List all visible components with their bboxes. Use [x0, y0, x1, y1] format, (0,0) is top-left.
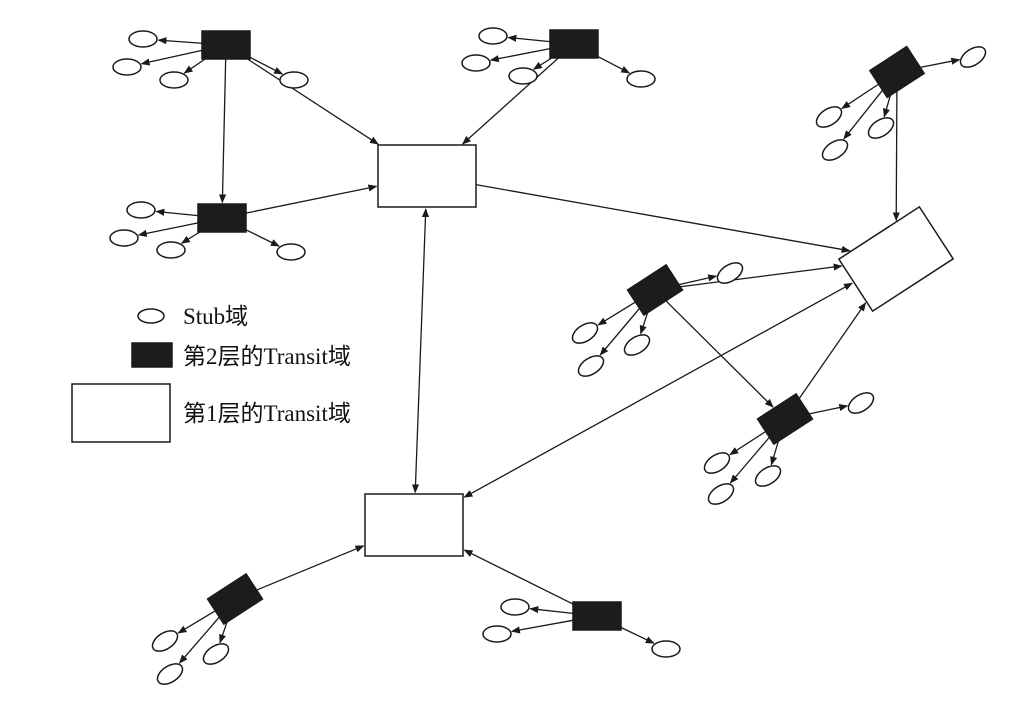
legend-level2-icon: [131, 342, 173, 368]
stub-domain-node: [959, 46, 987, 68]
stub-domain-node: [202, 643, 230, 665]
stub-domain-node: [126, 201, 156, 219]
level2-transit-node-D: [868, 45, 926, 99]
stub-domain-node: [508, 67, 538, 85]
edge-T1-T2-bidirectional-arrow: [411, 208, 430, 494]
edge-E-e3-arrow: [639, 312, 649, 335]
edge-H-T2-arrow: [463, 549, 574, 605]
edge-C-c3-arrow: [180, 231, 201, 244]
level2-transit-node-B: [549, 29, 599, 59]
edge-H-h3-arrow: [620, 626, 655, 644]
legend-stub-label: Stub域: [183, 304, 248, 329]
edge-B-b2-arrow: [489, 48, 551, 63]
edge-E-F-arrow: [665, 300, 774, 408]
edge-C-T1-arrow: [245, 184, 378, 214]
legend: Stub域 第2层的Transit域 第1层的Transit域: [71, 304, 351, 443]
level2-transit-node-H: [572, 601, 622, 631]
stub-domain-node: [626, 70, 656, 88]
legend-level1-label: 第1层的Transit域: [183, 401, 351, 426]
level2-transit-node-C: [197, 203, 247, 233]
stub-domain-node: [821, 139, 849, 161]
level2-transit-node-G: [206, 572, 264, 626]
edge-B-b3-arrow: [532, 57, 553, 70]
level1-transit-node-T2: [364, 493, 464, 557]
edge-C-c1-arrow: [155, 208, 199, 217]
transit-stub-diagram: Stub域 第2层的Transit域 第1层的Transit域: [71, 27, 987, 685]
stub-domain-node: [500, 598, 530, 616]
stub-domain-node: [815, 106, 843, 128]
stub-domain-node: [478, 27, 508, 45]
stub-domain-node: [482, 625, 512, 643]
edge-D-d1-arrow: [920, 57, 961, 69]
stub-domain-node: [128, 30, 158, 48]
edge-A-T1-arrow: [247, 58, 379, 145]
level2-transit-node-F: [756, 392, 814, 446]
stub-domain-node: [151, 630, 179, 652]
edge-T3-T2-bidirectional-arrow: [463, 282, 853, 498]
edge-D-d3-arrow: [882, 95, 891, 118]
stub-domain-node: [754, 465, 782, 487]
edge-B-b4-arrow: [597, 55, 631, 74]
stub-domain-node: [279, 71, 309, 89]
level2-transit-node-E: [626, 263, 684, 317]
edge-T1-T3-arrow: [475, 184, 851, 253]
edge-H-h2-arrow: [510, 619, 574, 634]
stub-domain-node: [716, 262, 744, 284]
stub-domain-node: [112, 58, 142, 76]
stub-domain-node: [577, 355, 605, 377]
edge-F-f2-arrow: [729, 430, 767, 456]
legend-level2-label: 第2层的Transit域: [183, 344, 351, 369]
legend-stub-icon: [137, 308, 165, 324]
edge-D-d2-arrow: [841, 83, 880, 109]
stub-domain-node: [847, 392, 875, 414]
stub-domain-node: [703, 452, 731, 474]
edge-A-a2-arrow: [140, 49, 203, 66]
stub-domain-node: [109, 229, 139, 247]
stub-domain-node: [276, 243, 306, 261]
stub-domain-node: [156, 663, 184, 685]
edge-G-g2-arrow: [219, 621, 228, 644]
edge-A-a1-arrow: [157, 37, 203, 45]
stub-domain-node: [867, 117, 895, 139]
stub-domain-node: [156, 241, 186, 259]
edge-C-c2-arrow: [137, 222, 199, 237]
legend-level1-icon: [71, 383, 171, 443]
stub-domain-node: [159, 71, 189, 89]
edge-F-f1-arrow: [808, 404, 849, 415]
stub-domain-node: [651, 640, 681, 658]
edge-H-h1-arrow: [529, 605, 574, 615]
stub-domain-node: [623, 334, 651, 356]
edge-F-f3-arrow: [770, 440, 780, 466]
edge-E-T3-arrow: [680, 263, 843, 288]
edge-A-C-arrow: [218, 58, 227, 204]
edge-C-c4-arrow: [245, 229, 280, 247]
edge-A-a3-arrow: [183, 58, 206, 74]
edge-G-g1-arrow: [177, 610, 216, 634]
stub-domain-node: [707, 483, 735, 505]
edge-E-e2-arrow: [597, 301, 636, 326]
stub-domain-node: [461, 54, 491, 72]
level1-transit-node-T1: [377, 144, 477, 208]
edge-G-T2-arrow: [256, 545, 365, 591]
edge-D-T3-arrow: [892, 91, 900, 222]
edge-B-b1-arrow: [507, 34, 551, 43]
level1-transit-node-T3: [837, 205, 955, 313]
stub-domain-node: [571, 322, 599, 344]
level2-transit-node-A: [201, 30, 251, 60]
edge-F-T3-arrow: [798, 302, 867, 399]
